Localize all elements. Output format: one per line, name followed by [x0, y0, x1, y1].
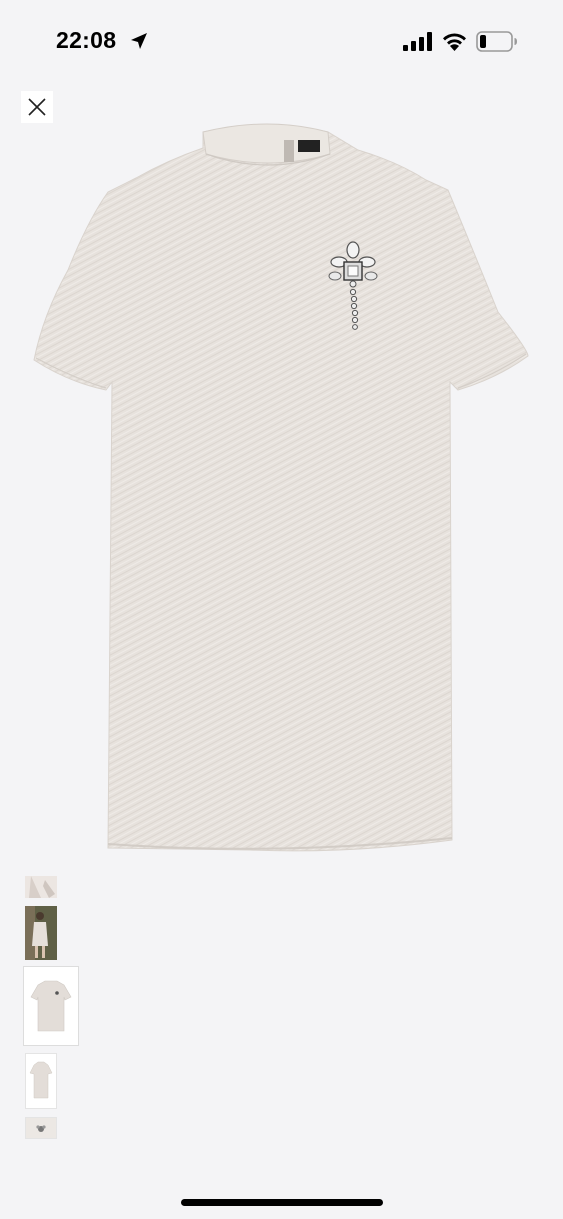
home-indicator[interactable] [181, 1199, 383, 1206]
thumbnail-1[interactable] [25, 876, 57, 898]
close-icon [28, 98, 46, 116]
cellular-signal-icon [403, 32, 432, 51]
wifi-icon [443, 33, 466, 51]
battery-icon [476, 31, 517, 52]
thumbnail-image [30, 980, 72, 1032]
thumbnail-5[interactable] [25, 1117, 57, 1139]
thumbnail-image [25, 876, 57, 898]
product-image[interactable] [28, 120, 538, 860]
status-time: 22:08 [56, 27, 117, 53]
thumbnail-image [25, 906, 57, 960]
thumbnail-2[interactable] [25, 906, 57, 960]
close-button[interactable] [21, 91, 53, 123]
location-arrow-icon [131, 33, 147, 49]
thumbnail-image [29, 1061, 53, 1099]
thumbnail-3-selected[interactable] [23, 966, 79, 1046]
thumbnail-4[interactable] [25, 1053, 57, 1109]
thumbnail-image [26, 1118, 56, 1138]
dress-body [33, 124, 529, 852]
status-bar: 22:08 [0, 0, 563, 84]
